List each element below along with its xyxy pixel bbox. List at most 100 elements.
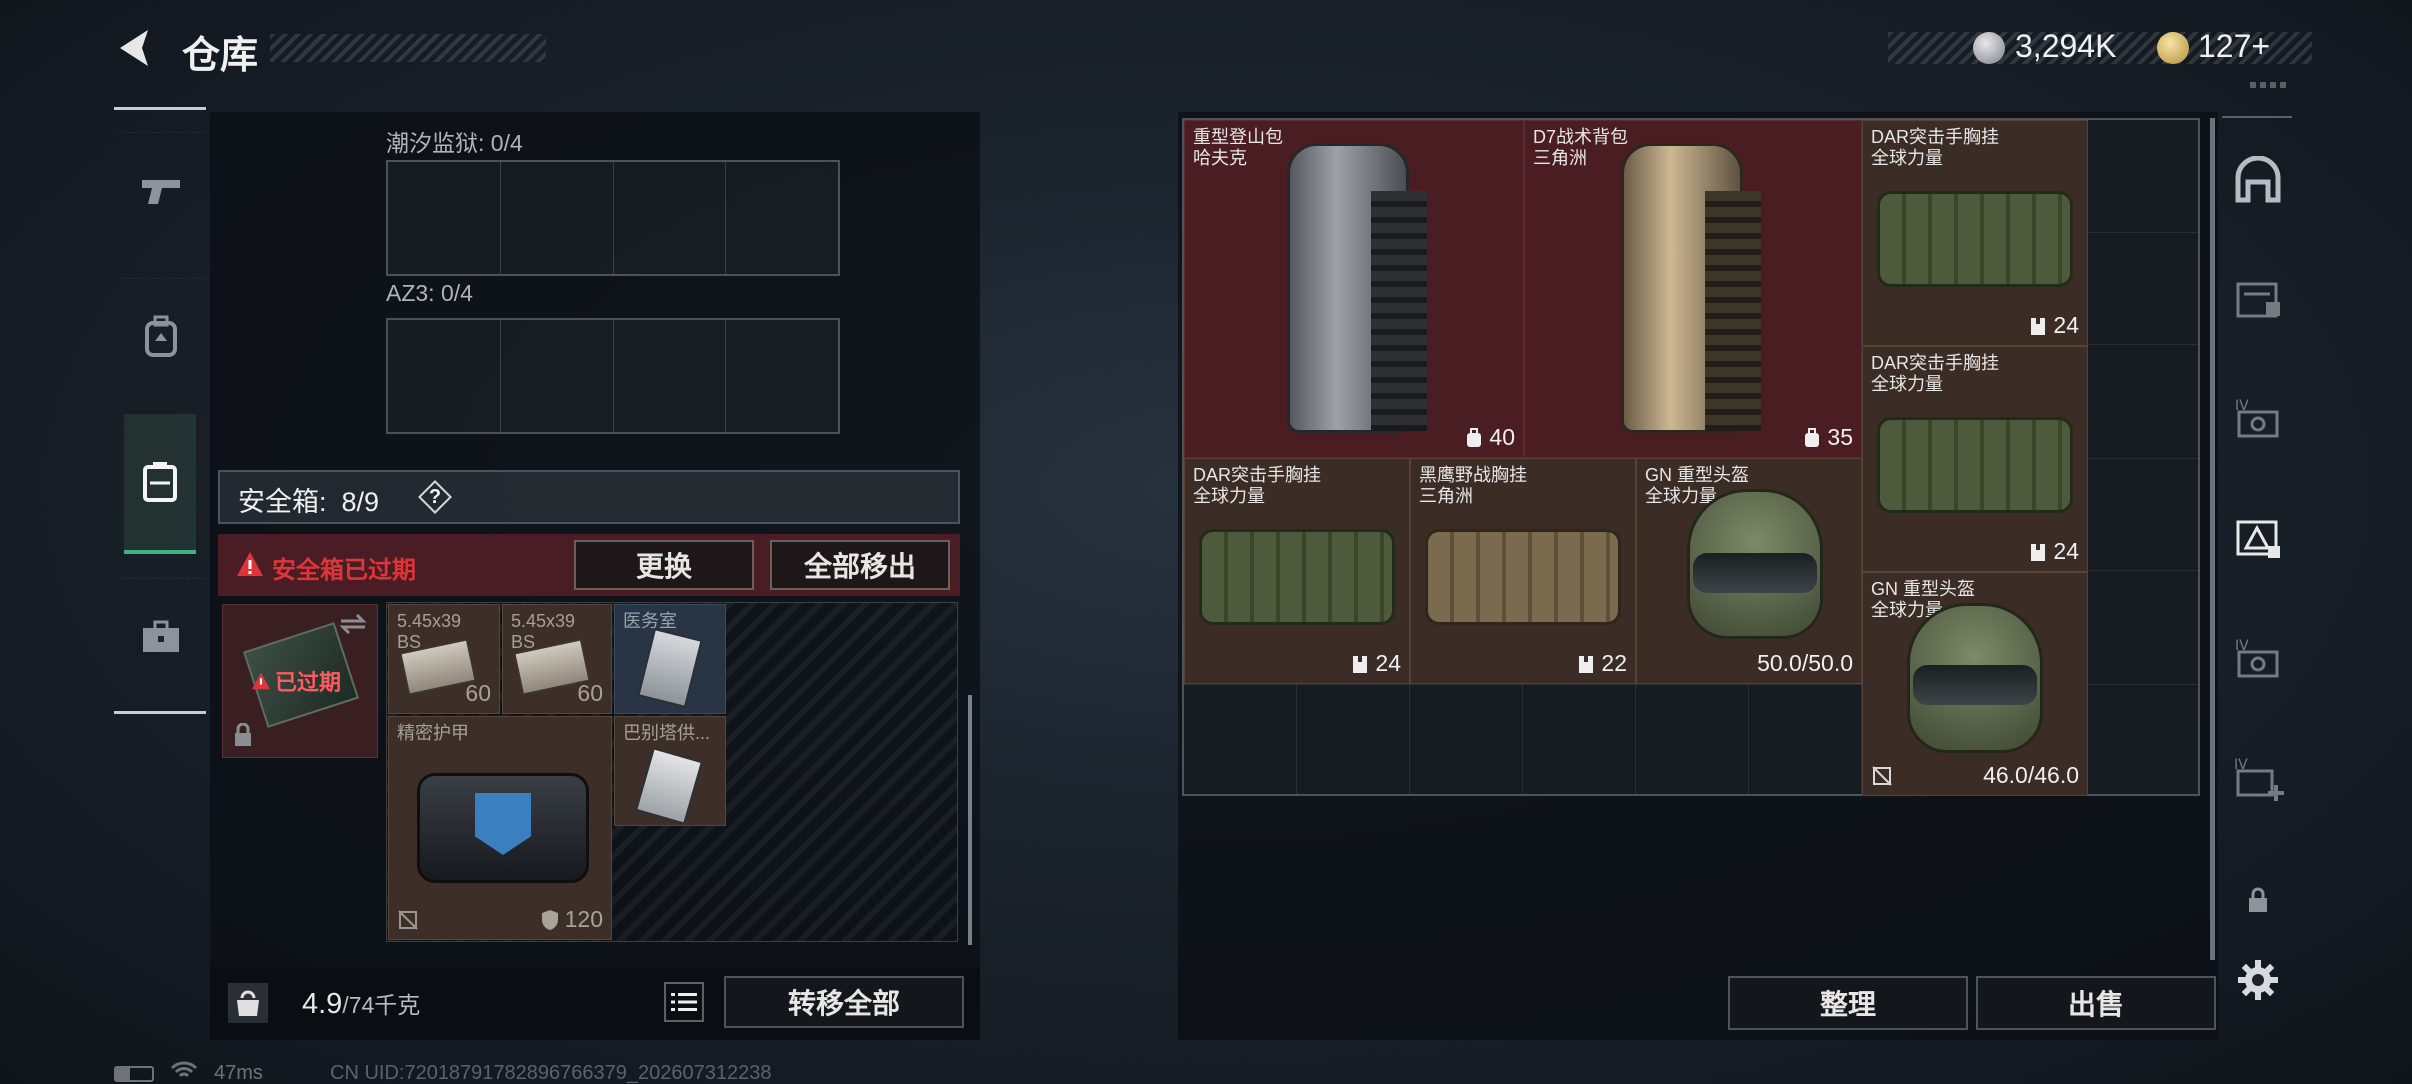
- storage-tab-3-active[interactable]: [2228, 508, 2288, 568]
- sidebar-bottom-line: [114, 711, 206, 714]
- swap-icon: [339, 613, 367, 635]
- expired-warning-icon: [252, 672, 270, 690]
- item-capacity: 40: [1465, 424, 1515, 451]
- currency1-value: 3,294K: [2015, 28, 2117, 64]
- storage-item-blackhawk-chest-rig[interactable]: 黑鹰野战胸挂 三角洲 22: [1410, 458, 1636, 684]
- safebox-item-babel-key[interactable]: 巴别塔供...: [614, 716, 726, 826]
- item-count: 46.0/46.0: [1983, 762, 2079, 788]
- list-view-button[interactable]: [664, 982, 704, 1022]
- storage-item-dar-chest-rig[interactable]: DAR突击手胸挂 全球力量 24: [1862, 346, 2088, 572]
- toolbox-icon: [143, 620, 179, 652]
- storage-tab-4[interactable]: IV: [2228, 628, 2288, 688]
- back-arrow-icon: [120, 30, 148, 66]
- item-name: 医务室: [623, 611, 677, 631]
- page-title: 仓库: [182, 35, 259, 77]
- item-durability: 120: [541, 906, 603, 933]
- lock-icon: [2249, 887, 2267, 912]
- backpack-molle-panel: [1371, 191, 1427, 431]
- item-capacity: 35: [1803, 424, 1853, 451]
- az3-container-grid[interactable]: [386, 318, 840, 434]
- lock-storage-button[interactable]: [2228, 870, 2288, 930]
- vest-small-icon: [1353, 655, 1368, 673]
- item-capacity: 24: [2029, 538, 2079, 565]
- safebox-slot[interactable]: 已过期: [222, 604, 378, 758]
- back-button[interactable]: [112, 24, 160, 72]
- currency2-value[interactable]: 127+: [2198, 28, 2270, 65]
- safebox-item-ammo-2[interactable]: 5.45x39 BS 60: [502, 604, 612, 714]
- gear-icon: [2238, 960, 2278, 1000]
- storage-warning-icon: [2236, 520, 2280, 558]
- vault-icon: [2235, 156, 2281, 203]
- weight-display: 4.9 /74千克: [302, 986, 420, 1021]
- vest-small-icon: [2031, 317, 2046, 335]
- backpack-icon: [145, 315, 177, 357]
- chaoxi-container-label: 潮汐监狱: 0/4: [386, 130, 523, 156]
- storage-tab-1[interactable]: [2228, 268, 2288, 328]
- item-count: 24: [2053, 312, 2079, 338]
- helmet-visor: [1913, 665, 2037, 705]
- sidebar-item-weapons[interactable]: [118, 132, 204, 248]
- sell-button[interactable]: 出售: [1976, 976, 2216, 1030]
- safebox-label: 安全箱: 8/9: [238, 487, 380, 517]
- keycard-image: [637, 627, 703, 709]
- sort-button[interactable]: 整理: [1728, 976, 1968, 1030]
- chaoxi-container-grid[interactable]: [386, 160, 840, 276]
- sidebar-item-toolbox[interactable]: [118, 578, 204, 694]
- item-count: 24: [1375, 650, 1401, 676]
- item-name: 精密护甲: [397, 723, 469, 743]
- safebox-expired-text: 安全箱已过期: [272, 557, 416, 584]
- sidebar-item-safebox[interactable]: [124, 414, 196, 554]
- storage-scrollbar[interactable]: [2210, 118, 2215, 960]
- scrollbar[interactable]: [968, 695, 972, 945]
- storage-item-dar-chest-rig[interactable]: DAR突击手胸挂 全球力量 24: [1184, 458, 1410, 684]
- title-decoration: [270, 34, 546, 62]
- safebox-icon: [143, 462, 177, 502]
- safebox-item-ammo-1[interactable]: 5.45x39 BS 60: [388, 604, 500, 714]
- transfer-all-button[interactable]: 转移全部: [724, 976, 964, 1028]
- storage-item-gn-helmet[interactable]: GN 重型头盔 全球力量 50.0/50.0: [1636, 458, 1862, 684]
- expired-badge: 已过期: [251, 665, 341, 697]
- add-storage-icon: IV: [2234, 757, 2284, 801]
- vest-small-icon: [2031, 543, 2046, 561]
- item-count: 60: [465, 680, 491, 706]
- expired-badge-text: 已过期: [275, 670, 342, 695]
- chest-rig-image: [1877, 417, 2073, 513]
- storage-box-icon: IV: [2235, 638, 2279, 678]
- safebox-item-infirmary-key[interactable]: 医务室: [614, 604, 726, 714]
- item-name: DAR突击手胸挂 全球力量: [1871, 127, 2000, 168]
- kettlebell-icon: [237, 990, 259, 1016]
- weight-value: 4.9: [302, 988, 343, 1020]
- storage-item-dar-chest-rig[interactable]: DAR突击手胸挂 全球力量 24: [1862, 120, 2088, 346]
- pistol-icon: [142, 179, 180, 204]
- item-name: 黑鹰野战胸挂 三角洲: [1419, 465, 1527, 506]
- item-count: 120: [564, 906, 603, 932]
- storage-tab-home[interactable]: [2228, 150, 2288, 210]
- list-icon: [671, 993, 697, 1011]
- shield-icon: [541, 909, 558, 930]
- chest-rig-image: [1877, 191, 2073, 287]
- storage-item-gn-helmet[interactable]: GN 重型头盔 全球力量 46.0/46.0: [1862, 572, 2088, 796]
- replace-button[interactable]: 更换: [574, 540, 754, 590]
- item-count: 22: [1601, 650, 1627, 676]
- sidebar-item-backpack[interactable]: [118, 278, 204, 394]
- remove-all-button[interactable]: 全部移出: [770, 540, 950, 590]
- no-insurance-icon: [1872, 766, 1892, 786]
- item-count: 24: [2053, 538, 2079, 564]
- item-count: 35: [1827, 424, 1853, 450]
- backpack-small-icon: [1467, 427, 1482, 447]
- keycard-image: [634, 747, 704, 825]
- gold-coin-icon: [2157, 32, 2189, 64]
- safebox-help-button[interactable]: ?: [418, 480, 452, 514]
- storage-tab-2[interactable]: IV: [2228, 388, 2288, 448]
- safebox-item-armor[interactable]: 精密护甲 120: [388, 716, 612, 940]
- storage-item-heavy-backpack[interactable]: 重型登山包 哈夫克 40: [1184, 120, 1524, 458]
- item-capacity: 22: [1577, 650, 1627, 677]
- help-label: ?: [428, 485, 442, 508]
- storage-item-d7-backpack[interactable]: D7战术背包 三角洲 35: [1524, 120, 1862, 458]
- storage-tab-add[interactable]: IV: [2228, 748, 2288, 808]
- item-name: DAR突击手胸挂 全球力量: [1871, 353, 2000, 394]
- settings-button[interactable]: [2228, 950, 2288, 1010]
- vest-small-icon: [1579, 655, 1594, 673]
- item-name: D7战术背包 三角洲: [1533, 127, 1629, 168]
- warning-icon: [237, 552, 263, 576]
